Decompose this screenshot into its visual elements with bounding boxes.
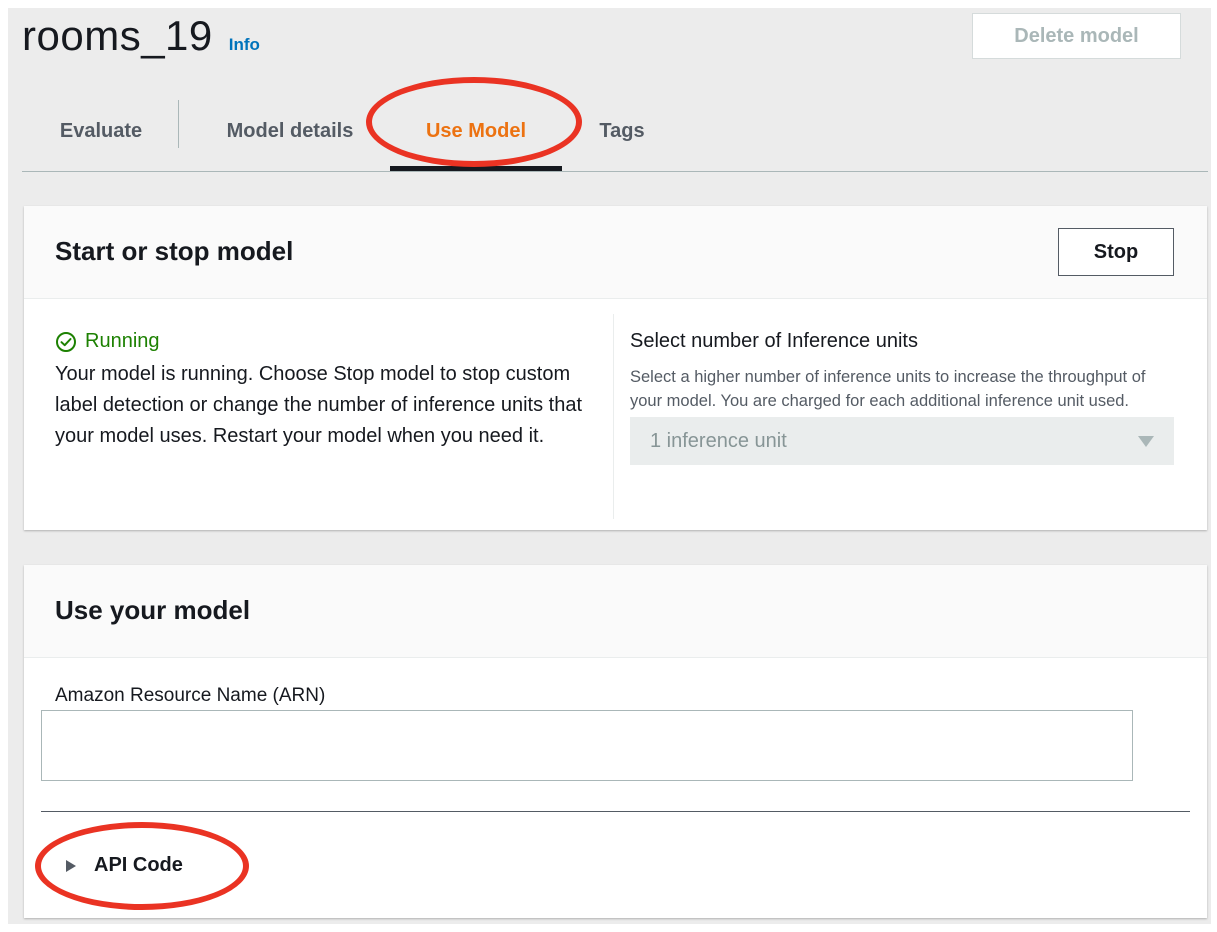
check-circle-icon	[56, 331, 76, 352]
status-description: Your model is running. Choose Stop model…	[55, 363, 583, 447]
caret-right-icon	[66, 859, 76, 872]
api-code-expander[interactable]: API Code	[66, 854, 183, 877]
api-code-label: API Code	[94, 854, 183, 876]
tab-bar: Evaluate Model details Use Model Tags	[22, 92, 1208, 172]
status-indicator: Running	[55, 330, 595, 353]
inference-units-select[interactable]: 1 inference unit	[630, 417, 1174, 465]
caret-down-icon	[1138, 435, 1154, 447]
inference-column: Select number of Inference units Select …	[630, 330, 1175, 465]
start-stop-panel: Start or stop model Stop Running Your mo…	[24, 206, 1207, 530]
status-column: Running Your model is running. Choose St…	[55, 330, 595, 452]
tab-separator	[178, 100, 179, 148]
column-divider	[613, 314, 614, 519]
delete-model-button[interactable]: Delete model	[972, 13, 1181, 59]
use-model-header: Use your model	[24, 565, 1207, 658]
page-header: rooms_19 Info	[22, 12, 260, 60]
use-model-panel: Use your model Amazon Resource Name (ARN…	[24, 565, 1207, 918]
inference-units-value: 1 inference unit	[650, 429, 787, 452]
page-title: rooms_19	[22, 12, 213, 59]
tab-use-model[interactable]: Use Model	[390, 92, 562, 170]
status-text: Running	[85, 330, 160, 352]
inference-units-label: Select number of Inference units	[630, 330, 918, 352]
info-link[interactable]: Info	[229, 35, 260, 55]
tab-tags[interactable]: Tags	[582, 92, 662, 170]
stop-button[interactable]: Stop	[1058, 228, 1174, 276]
tab-evaluate[interactable]: Evaluate	[36, 92, 166, 170]
inference-units-description: Select a higher number of inference unit…	[630, 368, 1146, 410]
use-model-title: Use your model	[55, 595, 251, 625]
start-stop-header: Start or stop model Stop	[24, 206, 1207, 299]
section-divider	[41, 811, 1190, 812]
start-stop-title: Start or stop model	[55, 236, 294, 266]
tab-model-details[interactable]: Model details	[202, 92, 378, 170]
active-tab-indicator	[390, 166, 562, 171]
arn-field[interactable]	[41, 710, 1133, 781]
arn-label: Amazon Resource Name (ARN)	[55, 685, 326, 706]
